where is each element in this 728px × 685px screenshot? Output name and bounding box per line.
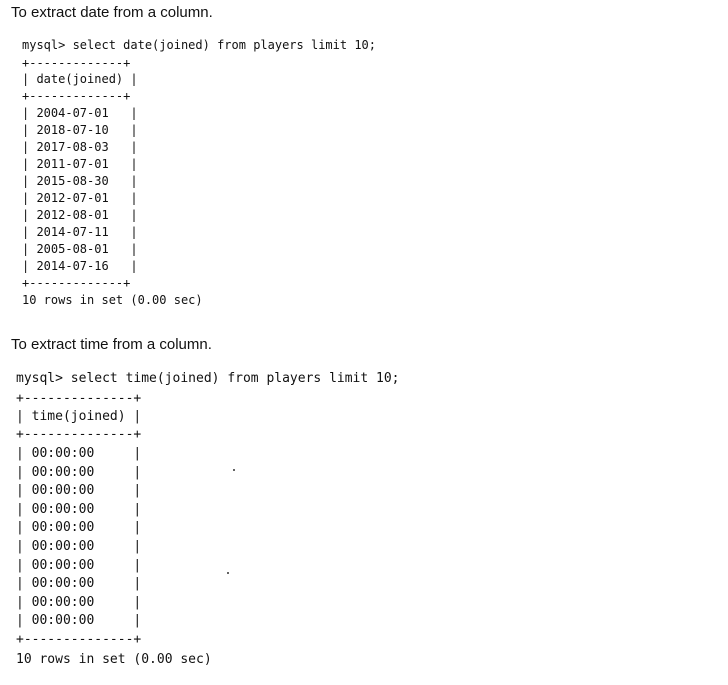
section1-bottom-border: +-------------+: [22, 276, 131, 290]
table-row: | 00:00:00 |: [16, 576, 142, 591]
section2-top-border: +--------------+: [16, 391, 142, 406]
table-row: | 00:00:00 |: [16, 520, 142, 535]
table-row: | 00:00:00 |: [16, 465, 142, 480]
section1-header-border: +-------------+: [22, 89, 131, 103]
section1-query: mysql> select date(joined) from players …: [22, 38, 377, 52]
table-row: | 2012-07-01 |: [22, 191, 138, 205]
table-row: | 00:00:00 |: [16, 613, 142, 628]
table-row: | 2017-08-03 |: [22, 140, 138, 154]
section2-query: mysql> select time(joined) from players …: [16, 371, 400, 386]
section2-header-border: +--------------+: [16, 427, 142, 442]
table-row: | 2011-07-01 |: [22, 157, 138, 171]
section1-caption: To extract date from a column.: [11, 4, 213, 21]
table-row: | 00:00:00 |: [16, 446, 142, 461]
section2-caption: To extract time from a column.: [11, 336, 212, 353]
section1-footer: 10 rows in set (0.00 sec): [22, 293, 203, 307]
table-row: | 2004-07-01 |: [22, 106, 138, 120]
table-row: | 00:00:00 |: [16, 558, 142, 573]
section1-top-border: +-------------+: [22, 56, 131, 70]
table-row: | 2012-08-01 |: [22, 208, 138, 222]
table-row: | 2005-08-01 |: [22, 242, 138, 256]
section2-column-header: | time(joined) |: [16, 409, 142, 424]
table-row: | 2014-07-11 |: [22, 225, 138, 239]
section1-column-header: | date(joined) |: [22, 72, 138, 86]
table-row: | 00:00:00 |: [16, 539, 142, 554]
section2-bottom-border: +--------------+: [16, 632, 142, 647]
table-row: | 00:00:00 |: [16, 483, 142, 498]
scan-speck: [227, 572, 229, 574]
table-row: | 00:00:00 |: [16, 595, 142, 610]
table-row: | 2018-07-10 |: [22, 123, 138, 137]
table-row: | 2015-08-30 |: [22, 174, 138, 188]
scan-speck: [233, 469, 235, 471]
table-row: | 2014-07-16 |: [22, 259, 138, 273]
section2-footer: 10 rows in set (0.00 sec): [16, 652, 212, 667]
table-row: | 00:00:00 |: [16, 502, 142, 517]
